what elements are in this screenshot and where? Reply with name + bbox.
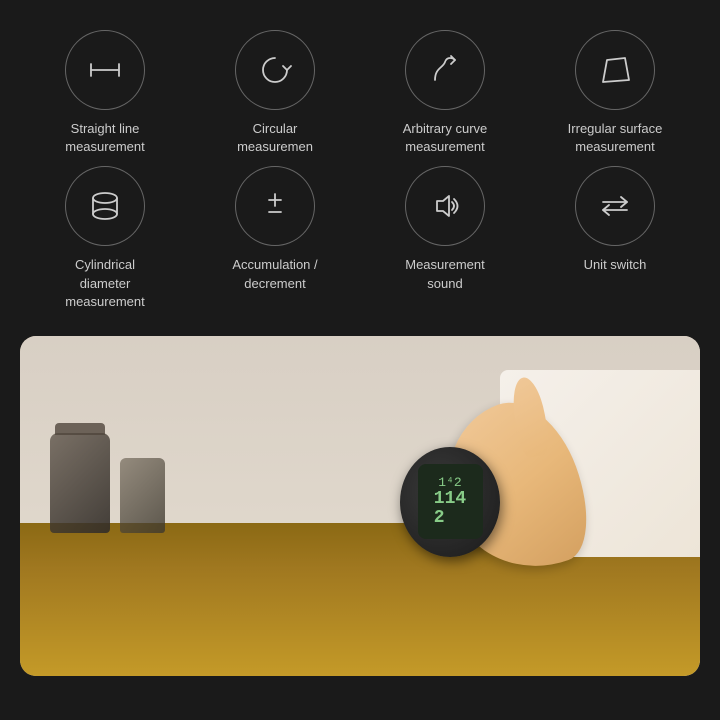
device-display-top: 1⁴2 — [438, 475, 461, 490]
accumulation-label: Accumulation /decrement — [232, 256, 317, 292]
jar-left — [50, 433, 110, 533]
feature-sound: Measurementsound — [360, 166, 530, 311]
device-display-bottom: 1142 — [434, 490, 466, 530]
feature-straight-line: Straight linemeasurement — [20, 30, 190, 156]
sound-label: Measurementsound — [405, 256, 484, 292]
unit-switch-label: Unit switch — [584, 256, 647, 274]
product-photo: 1⁴2 1142 — [20, 336, 700, 676]
feature-circular: Circularmeasuremen — [190, 30, 360, 156]
jar-right — [120, 458, 165, 533]
straight-line-label: Straight linemeasurement — [65, 120, 144, 156]
circular-icon-circle — [235, 30, 315, 110]
features-grid: Straight linemeasurement Circularmeasure… — [0, 0, 720, 331]
arbitrary-curve-icon-circle — [405, 30, 485, 110]
irregular-surface-icon-circle — [575, 30, 655, 110]
device-screen: 1⁴2 1142 — [418, 464, 483, 539]
feature-accumulation: Accumulation /decrement — [190, 166, 360, 311]
cylindrical-label: Cylindricaldiametermeasurement — [65, 256, 144, 311]
accumulation-icon-circle — [235, 166, 315, 246]
irregular-surface-label: Irregular surfacemeasurement — [568, 120, 663, 156]
feature-cylindrical: Cylindricaldiametermeasurement — [20, 166, 190, 311]
feature-unit-switch: Unit switch — [530, 166, 700, 311]
circular-label: Circularmeasuremen — [237, 120, 313, 156]
cylindrical-icon-circle — [65, 166, 145, 246]
feature-arbitrary-curve: Arbitrary curvemeasurement — [360, 30, 530, 156]
arbitrary-curve-label: Arbitrary curvemeasurement — [403, 120, 488, 156]
sound-icon-circle — [405, 166, 485, 246]
photo-scene: 1⁴2 1142 — [20, 336, 700, 676]
unit-switch-icon-circle — [575, 166, 655, 246]
straight-line-icon-circle — [65, 30, 145, 110]
measuring-device: 1⁴2 1142 — [400, 447, 500, 557]
feature-irregular-surface: Irregular surfacemeasurement — [530, 30, 700, 156]
